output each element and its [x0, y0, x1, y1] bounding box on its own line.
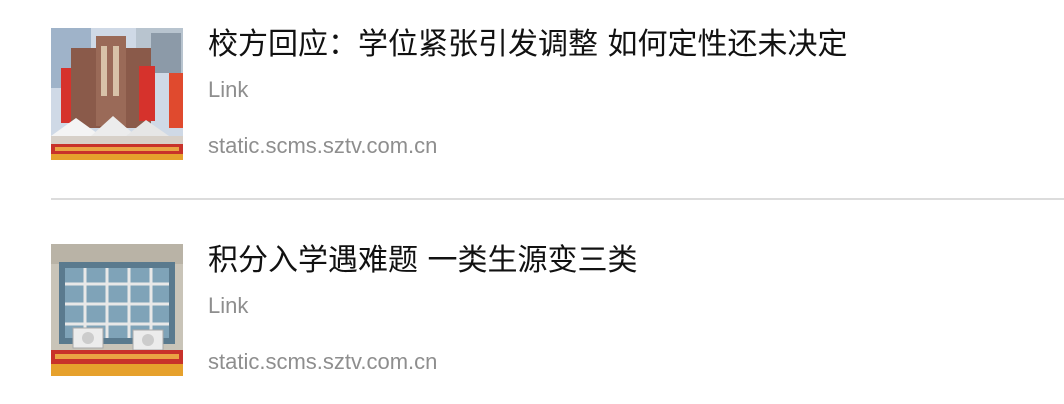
- link-thumbnail: [51, 28, 183, 160]
- divider: [51, 198, 1064, 200]
- link-domain: static.scms.sztv.com.cn: [208, 133, 438, 158]
- link-preview-card[interactable]: 校方回应：学位紧张引发调整 如何定性还未决定 Link static.scms.…: [0, 0, 1064, 190]
- link-thumbnail: [51, 244, 183, 376]
- link-domain: static.scms.sztv.com.cn: [208, 349, 438, 374]
- link-type-label: Link: [208, 293, 249, 318]
- link-preview-card[interactable]: 积分入学遇难题 一类生源变三类 Link static.scms.sztv.co…: [0, 216, 1064, 404]
- link-title[interactable]: 积分入学遇难题 一类生源变三类: [208, 242, 638, 280]
- link-type-label: Link: [208, 77, 249, 102]
- link-preview-list: 校方回应：学位紧张引发调整 如何定性还未决定 Link static.scms.…: [0, 0, 1064, 404]
- link-title[interactable]: 校方回应：学位紧张引发调整 如何定性还未决定: [208, 26, 848, 64]
